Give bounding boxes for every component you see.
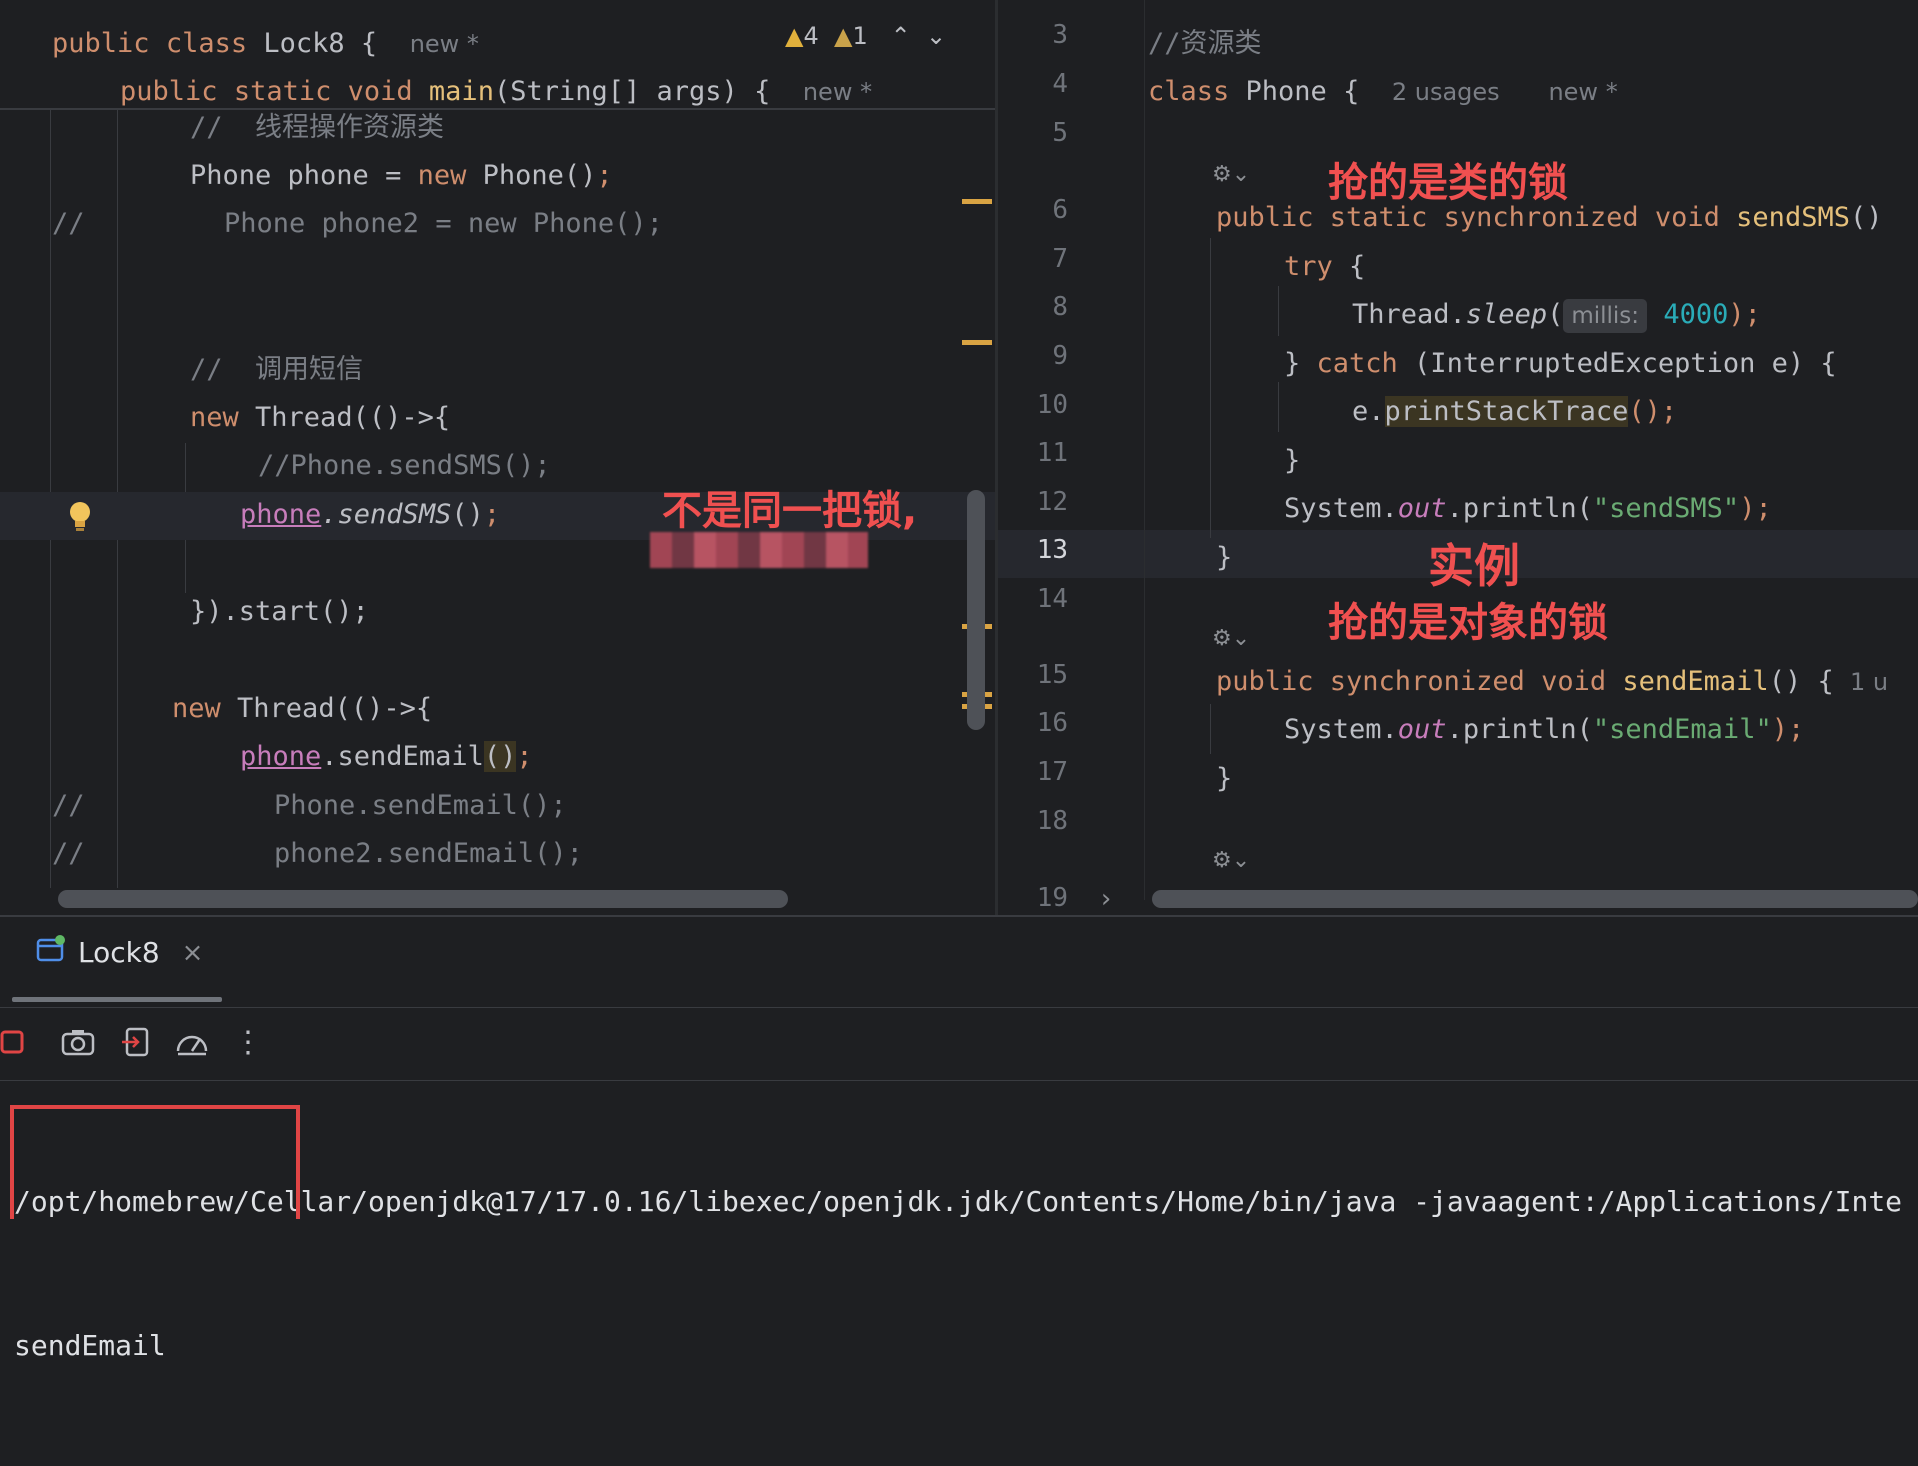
line-number-current: 13 [1036,535,1068,565]
code-line[interactable]: class Phone { 2 usages new * [1148,68,1618,116]
run-tab-bar: Lock8 × [0,917,1918,1002]
profiler-gauge-icon[interactable] [172,1022,212,1062]
code-line[interactable]: e.printStackTrace(); [1352,388,1677,436]
tab-label: Lock8 [78,936,160,969]
code-line[interactable]: Thread.sleep(millis: 4000); [1352,291,1761,339]
line-number: 6 [1052,195,1068,225]
code-comment: // 调用短信 [190,354,364,385]
stop-button[interactable] [0,1022,32,1062]
vertical-scrollbar[interactable] [967,490,985,730]
chevron-up-icon[interactable]: ⌃ [891,22,911,50]
indent-guide [1210,704,1211,754]
line-number: 10 [1036,390,1068,420]
active-tab-underline [12,997,222,1002]
code-line[interactable]: } [1284,437,1300,485]
code-line[interactable]: Phone phone = new Phone(); [190,152,613,200]
code-line[interactable]: System.out.println("sendSMS"); [1284,485,1772,533]
code-line[interactable]: new Thread(()->{ [190,394,450,442]
warnings-indicator[interactable]: ▲4 ▲1 ⌃ ⌄ [785,22,946,50]
indent-guide [1210,238,1211,538]
run-gutter-icon[interactable]: ⚙⌄ [1212,162,1250,187]
line-number: 5 [1052,118,1068,148]
code-line[interactable]: } catch (InterruptedException e) { [1284,340,1837,388]
line-number: 7 [1052,244,1068,274]
tab-lock8[interactable]: Lock8 × [36,935,203,970]
line-number: 19 [1036,883,1068,913]
code-comment: //Phone.sendSMS(); [258,450,551,481]
line-number: 15 [1036,660,1068,690]
annotation-object-lock: 抢的是对象的锁 [1328,600,1608,646]
line-number: 4 [1052,69,1068,99]
code-line[interactable]: } [1216,534,1232,582]
error-stripe-mark[interactable] [962,199,992,204]
run-gutter-icon[interactable]: ⚙⌄ [1212,626,1250,651]
code-comment: phone2.sendEmail(); [274,838,583,869]
chevron-down-icon[interactable]: ⌄ [926,22,946,50]
line-number: 11 [1036,438,1068,468]
code-comment: Phone.sendEmail(); [274,790,567,821]
horizontal-scrollbar[interactable] [1152,890,1918,908]
sticky-line-main[interactable]: public static void main(String[] args) {… [120,68,872,116]
code-line[interactable]: phone.sendEmail(); [240,733,533,781]
parameter-hint: millis: [1563,299,1648,333]
more-options-icon[interactable]: ⋮ [228,1022,268,1062]
line-number: 14 [1036,584,1068,614]
line-number: 8 [1052,292,1068,322]
redacted-area [650,532,868,568]
close-icon[interactable]: × [182,938,204,968]
lightbulb-icon[interactable] [66,500,94,536]
comment-gutter-mark: // [52,838,85,869]
weak-warning-icon: ▲ [834,22,853,50]
highlight-box-annotation [10,1105,300,1219]
annotation-instance: 实例 [1428,539,1520,593]
error-stripe-mark[interactable] [962,340,992,345]
line-number: 16 [1036,708,1068,738]
left-editor[interactable]: public class Lock8 { new * public static… [0,0,995,915]
annotation-not-same-lock: 不是同一把锁, [662,488,918,534]
line-number: 18 [1036,806,1068,836]
comment-gutter-mark: // [52,208,85,239]
code-line[interactable]: }).start(); [190,588,369,636]
camera-icon[interactable] [58,1022,98,1062]
horizontal-scrollbar[interactable] [58,890,788,908]
code-comment: Phone phone2 = new Phone(); [224,208,663,239]
restore-layout-icon[interactable] [116,1022,156,1062]
code-comment: //资源类 [1148,28,1262,59]
gutter-separator [1144,0,1145,900]
line-number: 17 [1036,757,1068,787]
code-line[interactable]: public synchronized void sendEmail() { 1… [1216,658,1888,706]
code-line[interactable]: try { [1284,243,1365,291]
line-number: 3 [1052,20,1068,50]
code-line[interactable]: } [1216,755,1232,803]
run-config-icon [36,935,66,970]
code-line[interactable]: System.out.println("sendEmail"); [1284,706,1804,754]
run-gutter-icon[interactable]: ⚙⌄ [1212,848,1250,873]
code-line[interactable]: new Thread(()->{ [172,685,432,733]
console-line-output: sendEmail [14,1329,166,1362]
line-number: 9 [1052,341,1068,371]
line-number: 12 [1036,487,1068,517]
code-line[interactable]: public static synchronized void sendSMS(… [1216,194,1882,242]
right-editor[interactable]: 3 4 5 6 7 8 9 10 11 12 13 14 15 16 17 18… [998,0,1918,915]
run-toolbar: ⋮ [0,1007,1918,1081]
warning-icon: ▲ [785,22,804,50]
fold-chevron-icon[interactable]: › [1098,884,1114,914]
comment-gutter-mark: // [52,790,85,821]
indent-guide [1278,382,1279,432]
code-line-current[interactable]: phone.sendSMS(); [240,491,500,539]
indent-guide [1278,286,1279,336]
sticky-line-class[interactable]: public class Lock8 { new * [52,20,479,68]
